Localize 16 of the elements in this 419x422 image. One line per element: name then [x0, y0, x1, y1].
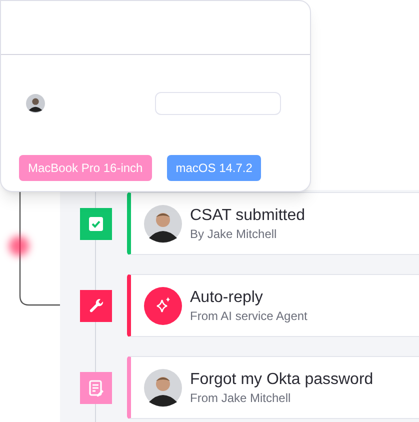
event-card[interactable]: Auto-reply From AI service Agent: [127, 274, 419, 337]
sparkle-icon: [144, 286, 182, 324]
event-subtitle: From AI service Agent: [190, 308, 308, 324]
avatar-icon: [144, 368, 182, 406]
event-card[interactable]: CSAT submitted By Jake Mitchell: [127, 192, 419, 255]
event-title: CSAT submitted: [190, 206, 306, 226]
input-field[interactable]: [155, 92, 281, 115]
event-subtitle: From Jake Mitchell: [190, 390, 292, 406]
event-title: Forgot my Okta password: [190, 370, 374, 390]
event-card[interactable]: Forgot my Okta password From Jake Mitchell: [127, 356, 419, 419]
event-subtitle: By Jake Mitchell: [190, 226, 278, 242]
avatar-icon: [26, 94, 45, 113]
tag: macOS 14.7.2: [166, 155, 262, 181]
avatar-icon: [144, 204, 182, 242]
tag: MacBook Pro 16-inch: [19, 155, 152, 181]
event-title: Auto-reply: [190, 288, 264, 308]
